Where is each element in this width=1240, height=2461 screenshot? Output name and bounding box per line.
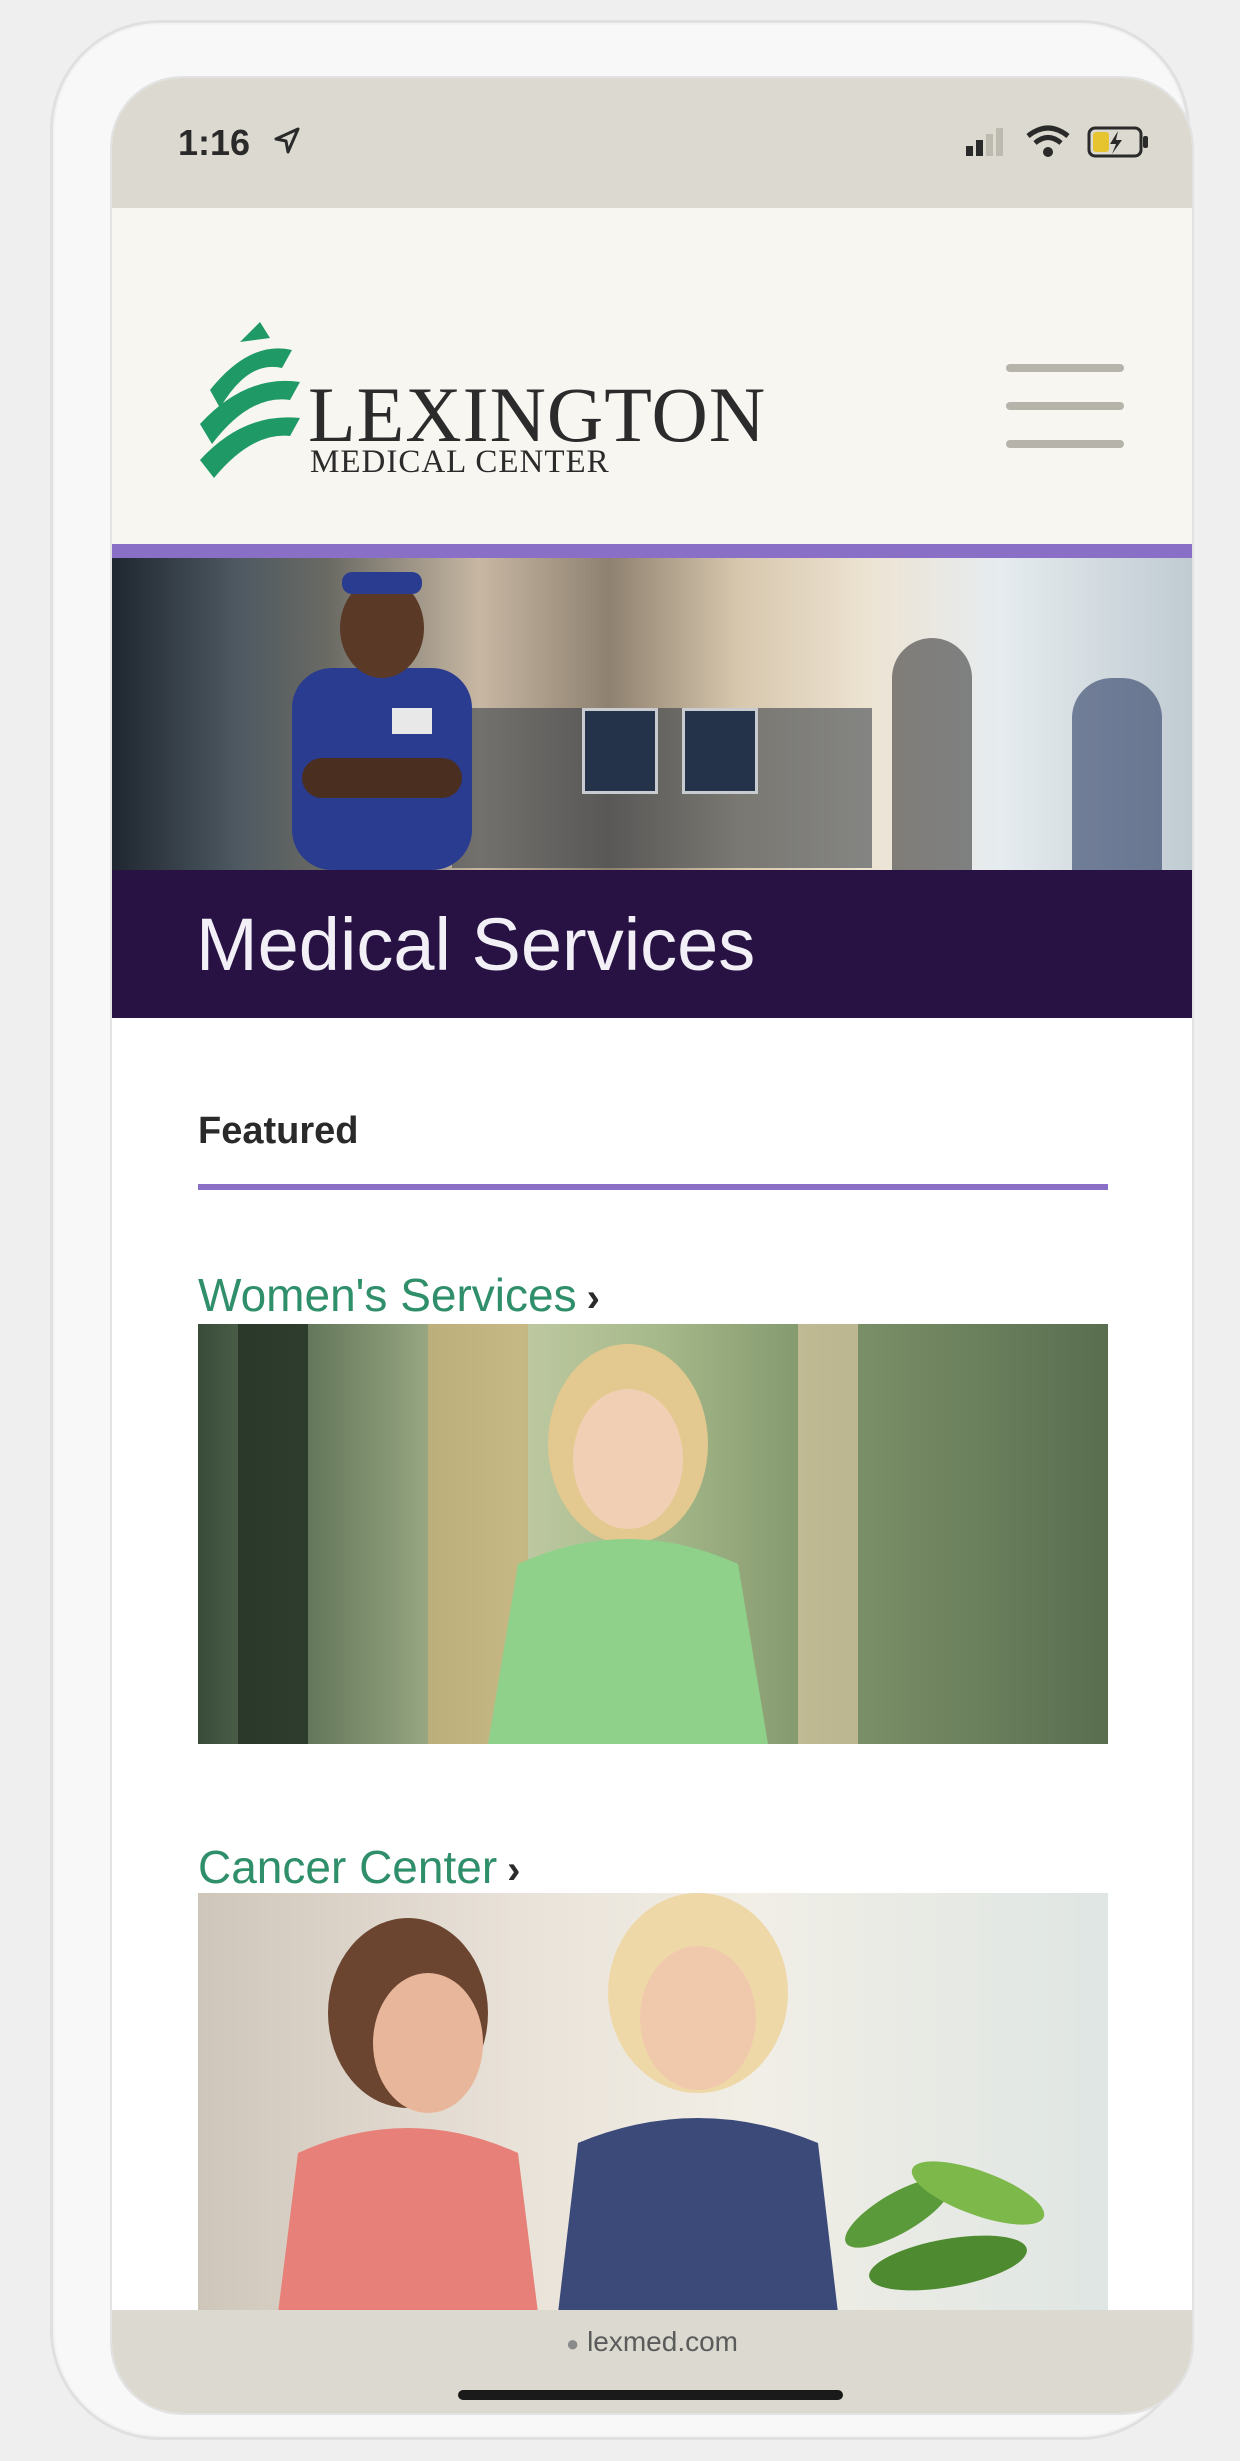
site-header: LEXINGTON MEDICAL CENTER xyxy=(112,208,1192,544)
hero-figure xyxy=(892,638,972,870)
hero-monitor xyxy=(582,708,658,794)
womens-services-link[interactable]: Women's Services › xyxy=(198,1268,600,1322)
lock-icon: ● xyxy=(565,2331,580,2356)
page-title-band: Medical Services xyxy=(112,870,1192,1018)
chevron-right-icon: › xyxy=(507,1848,521,1892)
location-arrow-icon xyxy=(274,127,300,154)
wifi-icon xyxy=(1026,125,1070,157)
status-icons xyxy=(962,122,1152,162)
logo-text-main: LEXINGTON xyxy=(308,371,767,458)
hero-desk xyxy=(452,708,872,868)
logo-text-sub: MEDICAL CENTER xyxy=(310,444,610,480)
womens-services-image[interactable] xyxy=(198,1324,1108,1744)
logo-link[interactable]: LEXINGTON MEDICAL CENTER xyxy=(112,208,765,544)
url-text: lexmed.com xyxy=(587,2326,738,2357)
cancer-center-image[interactable] xyxy=(198,1893,1108,2313)
cancer-center-label: Cancer Center xyxy=(198,1841,498,1893)
hero-figure xyxy=(1072,678,1162,870)
featured-heading: Featured xyxy=(198,1110,359,1152)
photo-post xyxy=(238,1324,308,1744)
status-bar: 1:16 xyxy=(112,78,1192,208)
home-indicator[interactable] xyxy=(458,2390,843,2400)
accent-divider xyxy=(112,544,1192,558)
featured-divider xyxy=(198,1184,1108,1190)
hero-image xyxy=(112,558,1192,870)
signal-icon xyxy=(966,128,1003,156)
url-display[interactable]: ● lexmed.com xyxy=(112,2326,1192,2358)
page-title: Medical Services xyxy=(196,903,756,986)
chevron-right-icon: › xyxy=(586,1276,600,1320)
battery-charging-icon xyxy=(1087,126,1148,158)
woman-figure xyxy=(488,1344,768,1744)
menu-icon xyxy=(1006,358,1124,458)
menu-button[interactable] xyxy=(1006,358,1124,458)
companion-figure xyxy=(558,1893,838,2313)
hero-staff-figure xyxy=(292,572,472,870)
cancer-center-link[interactable]: Cancer Center › xyxy=(198,1840,520,1894)
browser-url-bar[interactable]: ● lexmed.com xyxy=(112,2310,1192,2413)
phone-screen: 1:16 LEXINGTON MEDICAL CENTER Medical Se… xyxy=(112,78,1192,2413)
womens-services-label: Women's Services xyxy=(198,1269,577,1321)
patient-figure xyxy=(278,1918,538,2313)
hero-monitor xyxy=(682,708,758,794)
plant xyxy=(845,2161,1045,2291)
logo-mark-icon xyxy=(200,322,300,478)
status-time: 1:16 xyxy=(178,122,251,163)
